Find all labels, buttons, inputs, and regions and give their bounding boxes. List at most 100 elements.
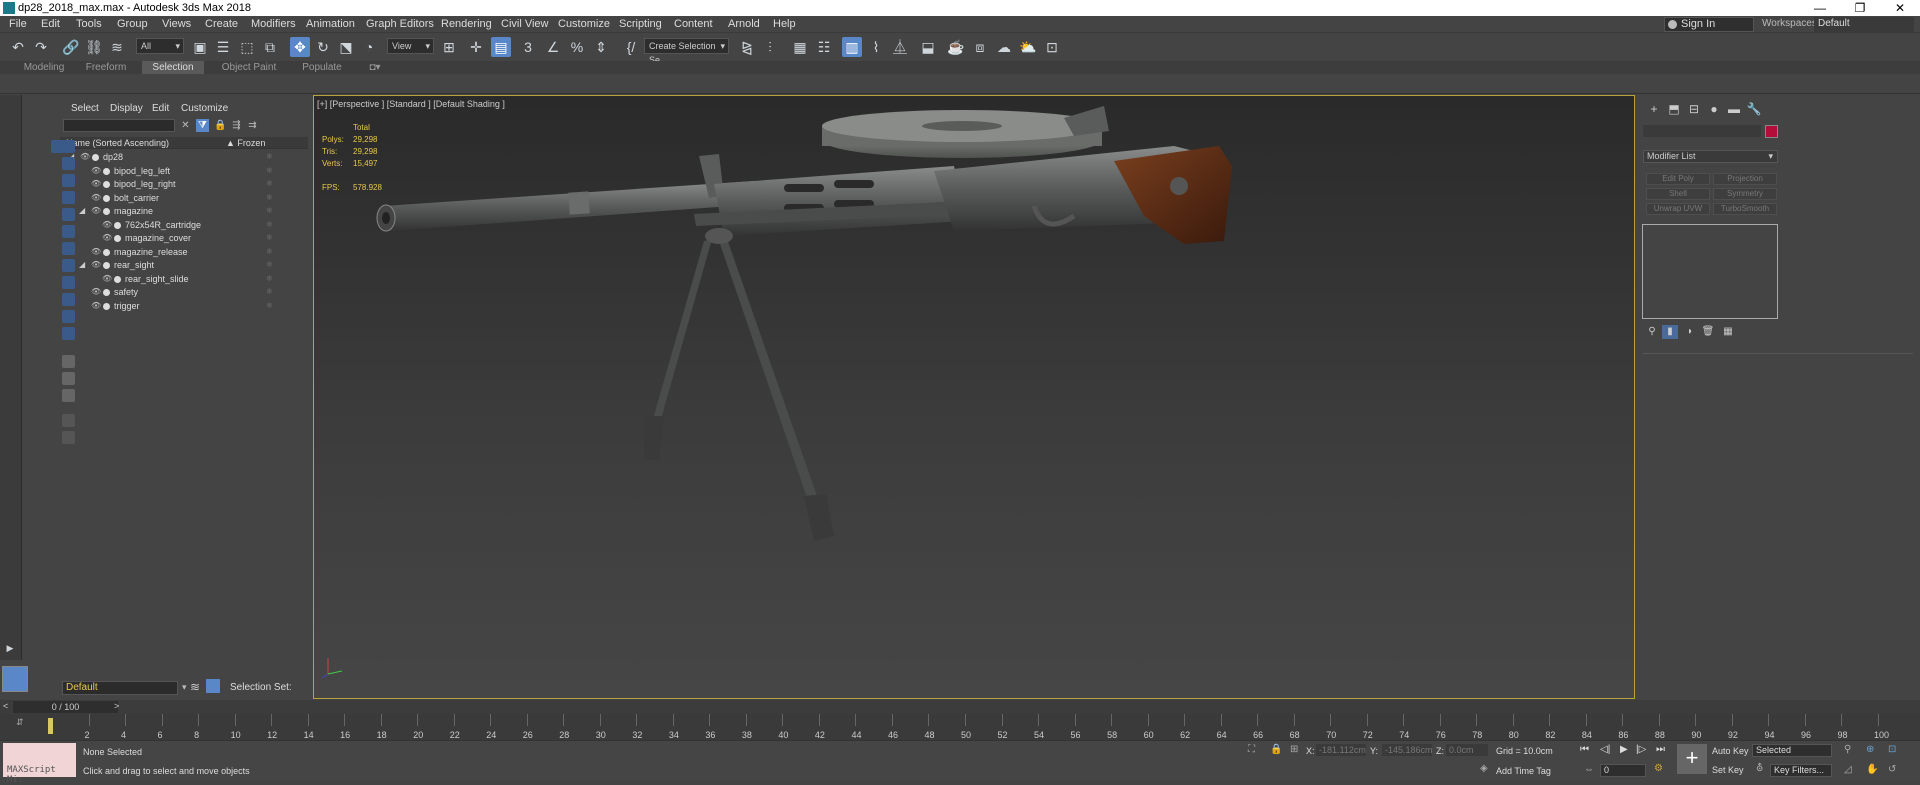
angle-snap-icon[interactable]: ∠ — [543, 37, 563, 57]
pivot-center-icon[interactable]: ⊞ — [439, 37, 459, 57]
slider-right-arrow-icon[interactable]: > — [114, 701, 119, 711]
menu-file[interactable]: File — [9, 18, 27, 30]
select-none-icon[interactable] — [62, 372, 75, 385]
menu-animation[interactable]: Animation — [306, 18, 355, 30]
schematic-view-icon[interactable]: ⏅ — [890, 37, 910, 57]
frozen-toggle-icon[interactable]: ❄ — [266, 166, 273, 175]
tab-display[interactable]: Display — [110, 103, 143, 114]
hierarchy-icon[interactable]: ⇶ — [230, 119, 243, 132]
menu-content[interactable]: Content — [674, 18, 713, 30]
play-icon[interactable]: ▶ — [1620, 744, 1628, 755]
set-key-big-button[interactable]: + — [1677, 744, 1707, 774]
object-name[interactable]: bipod_leg_left — [114, 166, 170, 176]
toggle-layer-explorer-icon[interactable]: ☷ — [814, 37, 834, 57]
layer-stack-icon[interactable]: ≋ — [190, 680, 200, 694]
pan-icon[interactable]: ✋ — [1866, 764, 1878, 775]
orbit-icon[interactable]: ↺ — [1888, 764, 1896, 775]
funnel-icon[interactable] — [62, 414, 75, 427]
curve-editor-icon[interactable]: ⌇ — [866, 37, 886, 57]
undo-icon[interactable]: ↶ — [8, 37, 28, 57]
col-name[interactable]: Name (Sorted Ascending) — [66, 138, 169, 148]
remove-modifier-icon[interactable]: 🗑 — [1700, 325, 1716, 339]
pin-stack-icon[interactable]: ⚲ — [1644, 325, 1660, 339]
turbosmooth-button[interactable]: TurboSmooth — [1713, 203, 1777, 215]
z-coord-field[interactable]: 0.0cm — [1446, 744, 1488, 756]
visibility-eye-icon[interactable]: 👁 — [102, 274, 112, 283]
perspective-viewport[interactable]: [+] [Perspective ] [Standard ] [Default … — [313, 95, 1635, 699]
geometry-filter-icon[interactable] — [62, 140, 75, 153]
visibility-eye-icon[interactable]: 👁 — [91, 193, 101, 202]
named-selection-dropdown[interactable]: Create Selection Se — [644, 38, 729, 65]
visibility-eye-icon[interactable]: 👁 — [102, 233, 112, 242]
select-scale-icon[interactable]: ⬔ — [336, 37, 356, 57]
tab-object-paint[interactable]: Object Paint — [218, 61, 280, 74]
menu-rendering[interactable]: Rendering — [441, 18, 492, 30]
bind-space-warp-icon[interactable]: ≋ — [107, 37, 127, 57]
time-slider[interactable]: < 0 / 100 > — [0, 700, 1920, 714]
tab-select[interactable]: Select — [71, 103, 99, 114]
menu-edit[interactable]: Edit — [41, 18, 60, 30]
visibility-eye-icon[interactable]: 👁 — [91, 166, 101, 175]
object-name-field[interactable] — [1643, 125, 1761, 137]
select-object-icon[interactable]: ▣ — [190, 37, 210, 57]
configure-modifier-sets-icon[interactable]: ▦ — [1720, 325, 1736, 339]
object-name[interactable]: magazine — [114, 206, 153, 216]
slider-left-arrow-icon[interactable]: < — [3, 701, 8, 711]
utilities-tab-icon[interactable]: 🔧 — [1746, 102, 1762, 116]
motion-tab-icon[interactable]: ● — [1706, 102, 1722, 116]
mirror-icon[interactable]: ⧎ — [737, 37, 757, 57]
select-move-icon[interactable]: ✥ — [290, 37, 310, 57]
workspace-select[interactable]: Default — [1814, 17, 1914, 32]
menu-create[interactable]: Create — [205, 18, 238, 30]
auto-key-button[interactable]: Auto Key — [1712, 746, 1749, 756]
object-name[interactable]: magazine_release — [114, 247, 188, 257]
spacewarp-filter-icon[interactable] — [62, 225, 75, 238]
layers-icon[interactable]: ⇉ — [246, 119, 259, 132]
add-time-tag[interactable]: Add Time Tag — [1496, 766, 1551, 776]
scene-row[interactable]: 👁 safety ❄ — [60, 287, 308, 298]
object-name[interactable]: trigger — [114, 301, 140, 311]
rendered-frame-window-icon[interactable]: ⧈ — [970, 37, 990, 57]
projection-button[interactable]: Projection — [1713, 173, 1777, 185]
bipod[interactable] — [644, 228, 834, 541]
tab-selection[interactable]: Selection — [142, 61, 204, 74]
tab-edit[interactable]: Edit — [152, 103, 169, 114]
selection-set-icon[interactable] — [206, 679, 220, 693]
scene-row[interactable]: 👁 magazine_cover ❄ — [60, 233, 308, 244]
track-bar[interactable]: ⇵ 2 4 6 8 10 12 14 16 18 20 22 24 26 28 30 32 34 36 38 40 42… — [0, 714, 1920, 740]
select-invert-icon[interactable] — [62, 389, 75, 402]
bone-filter-icon[interactable] — [62, 276, 75, 289]
col-frozen[interactable]: ▲ Frozen — [226, 138, 265, 148]
object-name[interactable]: bipod_leg_right — [114, 179, 176, 189]
align-icon[interactable]: ⫶ — [760, 37, 780, 57]
filter-icon[interactable]: ⧩ — [196, 119, 209, 132]
key-mode-icon[interactable]: ⇔ — [1584, 764, 1594, 775]
key-filters-button[interactable]: Key Filters... — [1770, 764, 1832, 777]
modify-tab-icon[interactable]: ⬒ — [1666, 102, 1682, 116]
hierarchy-tab-icon[interactable]: ⊟ — [1686, 102, 1702, 116]
zoom-all-icon[interactable]: ⊕ — [1866, 744, 1874, 755]
scene-row[interactable]: 👁 bipod_leg_left ❄ — [60, 166, 308, 177]
frozen-toggle-icon[interactable]: ❄ — [266, 260, 273, 269]
expand-arrow-icon[interactable]: ◢ — [79, 260, 85, 269]
menu-tools[interactable]: Tools — [76, 18, 102, 30]
object-name[interactable]: bolt_carrier — [114, 193, 159, 203]
render-production-icon[interactable]: ☁ — [994, 37, 1014, 57]
ribbon-options-icon[interactable]: ◘▾ — [364, 61, 386, 74]
helper-filter-icon[interactable] — [62, 208, 75, 221]
menu-civil-view[interactable]: Civil View — [501, 18, 548, 30]
frozen-toggle-icon[interactable]: ❄ — [266, 220, 273, 229]
scene-row[interactable]: ◢ 👁 rear_sight ❄ — [60, 260, 308, 271]
frozen-toggle-icon[interactable]: ❄ — [266, 274, 273, 283]
set-key-button[interactable]: Set Key — [1712, 765, 1744, 775]
menu-help[interactable]: Help — [773, 18, 796, 30]
window-crossing-icon[interactable]: ⧉ — [260, 37, 280, 57]
frozen-toggle-icon[interactable]: ❄ — [266, 247, 273, 256]
shell-button[interactable]: Shell — [1646, 188, 1710, 200]
link-icon[interactable]: 🔗 — [61, 37, 81, 57]
lock-icon[interactable]: 🔒 — [214, 119, 227, 132]
isolate-icon[interactable]: ⛶ — [1248, 744, 1255, 755]
unlink-icon[interactable]: ⛓ — [84, 37, 104, 57]
object-name[interactable]: rear_sight — [114, 260, 154, 270]
toggle-ribbon-icon[interactable]: ▥ — [842, 37, 862, 57]
